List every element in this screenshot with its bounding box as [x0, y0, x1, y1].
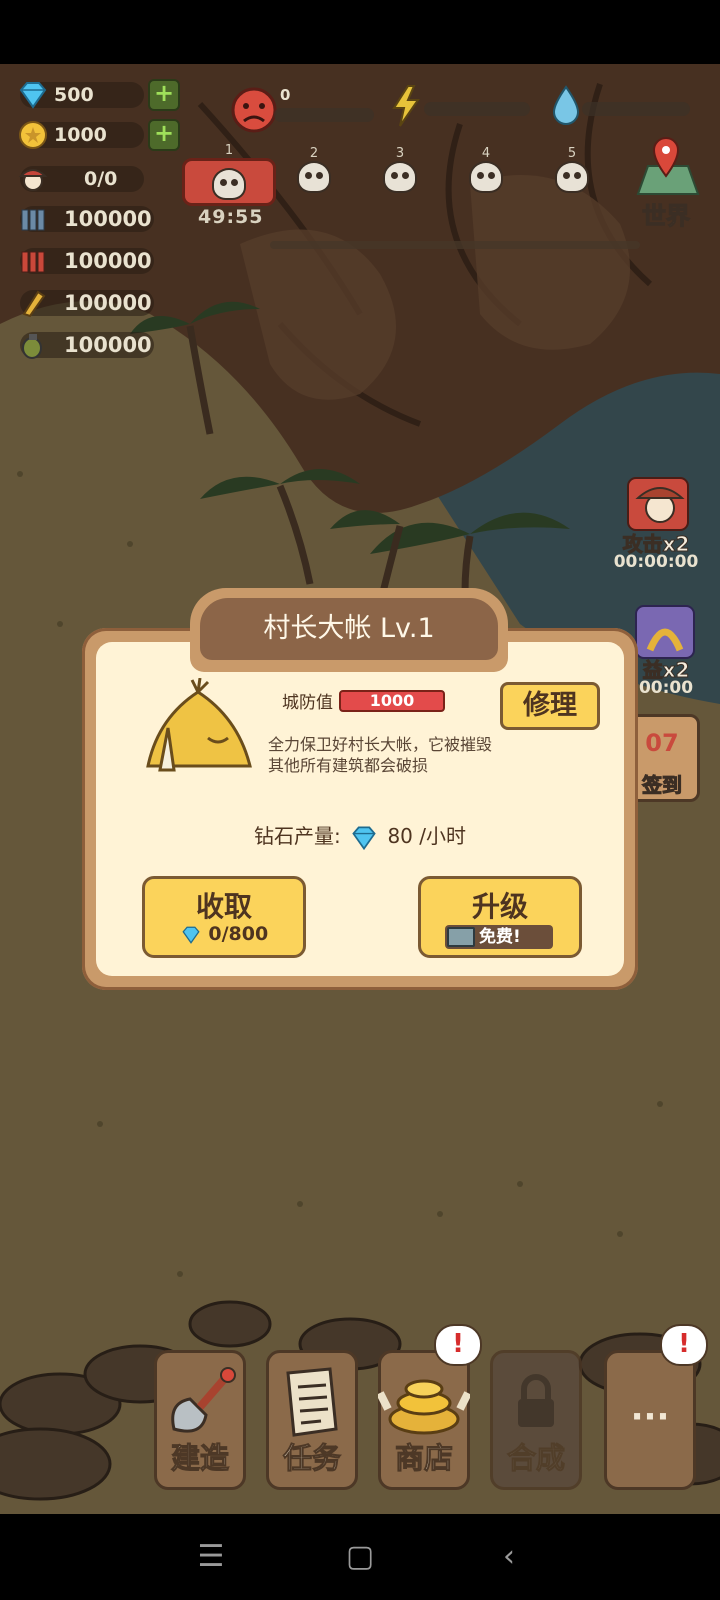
diamond-icon [182, 926, 200, 944]
energy-meter [424, 102, 530, 116]
dialog-title-tab: 村长大帐 Lv.1 [190, 588, 508, 672]
defense-value: 1000 [369, 691, 415, 710]
building-info-dialog: 城防值 1000 修理 全力保卫好村长大帐，它被摧毁其他所有建筑都会破损 钻石产… [82, 628, 638, 990]
build-button[interactable]: 建造 [154, 1350, 246, 1490]
repair-button[interactable]: 修理 [500, 682, 600, 730]
skull-icon [212, 168, 246, 200]
wave-2-label: 2 [309, 146, 319, 161]
water-drop-icon [552, 85, 580, 125]
repair-label: 修理 [523, 690, 577, 721]
coin-icon [19, 121, 47, 149]
collect-button[interactable]: 收取 0/800 [142, 876, 306, 958]
shop-button[interactable]: 商店 [378, 1350, 470, 1490]
defense-label: 城防值 [282, 693, 333, 713]
shop-alert-badge: ! [434, 1324, 482, 1366]
build-label: 建造 [170, 1441, 229, 1476]
tent-icon [146, 678, 252, 772]
system-navigation-bar: ☰ ▢ ‹ [0, 1514, 720, 1600]
collect-amount: 0/800 [208, 923, 269, 945]
wave-5-label: 5 [567, 146, 577, 161]
production-row: 钻石产量: 80 /小时 [96, 820, 624, 853]
ammo-row-1: 100000 [20, 204, 154, 234]
add-diamonds-button[interactable]: + [148, 79, 180, 111]
world-label: 世界 [642, 202, 691, 231]
wave-3-node[interactable]: 3 [382, 146, 418, 193]
ammo-list: 100000 100000 100000 100000 [20, 204, 154, 360]
skull-icon [383, 161, 417, 193]
status-bar [0, 0, 720, 64]
villager-icon [18, 169, 48, 191]
wave-3-label: 3 [395, 146, 405, 161]
wave-1-node[interactable]: 1 [182, 143, 276, 206]
wave-4-label: 4 [481, 146, 491, 161]
grenade-icon [22, 334, 42, 359]
shop-label: 商店 [394, 1441, 453, 1476]
coin-counter: 1000 + [19, 119, 180, 151]
menu-icon[interactable]: ☰ [188, 1534, 234, 1580]
diamond-counter: 500 + [19, 79, 180, 111]
collect-label: 收取 [195, 890, 252, 923]
skull-icon [469, 161, 503, 193]
dialog-panel: 城防值 1000 修理 全力保卫好村长大帐，它被摧毁其他所有建筑都会破损 钻石产… [96, 642, 624, 976]
ammo-row-4: 100000 [20, 330, 154, 360]
production-value: 80 [387, 824, 413, 848]
production-unit: /小时 [419, 824, 467, 848]
collect-amount-row: 0/800 [145, 923, 303, 946]
cowboy-icon [627, 477, 689, 531]
more-dots-icon: ··· [630, 1397, 670, 1437]
wave-progress-track [270, 241, 640, 249]
wave-5-node[interactable]: 5 [554, 146, 590, 193]
ammo-row-3: 100000 [20, 288, 154, 318]
lightning-icon [392, 85, 420, 127]
diamond-icon [19, 82, 47, 109]
angry-face-icon [231, 87, 277, 133]
shells-icon [21, 251, 45, 273]
game-view[interactable]: 500 + 1000 + 0/0 100000 100000 100000 10… [0, 64, 720, 1514]
upgrade-cost: 免费! [479, 927, 521, 947]
upgrade-label: 升级 [471, 890, 528, 923]
attack-boost-timer: 00:00:00 [613, 552, 699, 572]
merge-button[interactable]: 合成 [490, 1350, 582, 1490]
mood-value: 0 [280, 86, 291, 104]
population-counter: 0/0 [18, 164, 144, 194]
wave-4-node[interactable]: 4 [468, 146, 504, 193]
home-icon[interactable]: ▢ [337, 1534, 383, 1580]
back-icon[interactable]: ‹ [486, 1534, 532, 1580]
merge-label: 合成 [506, 1441, 565, 1476]
tasks-label: 任务 [282, 1441, 341, 1476]
ammo-row-2: 100000 [20, 246, 154, 276]
rocket-icon [22, 290, 46, 318]
wave-1-label: 1 [224, 143, 234, 158]
production-label: 钻石产量: [253, 824, 341, 848]
more-button[interactable]: ··· [604, 1350, 696, 1490]
dialog-title: 村长大帐 Lv.1 [200, 598, 498, 660]
ticket-icon [447, 927, 475, 947]
diamond-icon [352, 826, 376, 850]
add-coins-button[interactable]: + [148, 119, 180, 151]
upgrade-cost-tag: 免费! [445, 925, 553, 949]
mood-meter [274, 108, 374, 122]
map-pin-icon [636, 136, 700, 195]
wave-2-node[interactable]: 2 [296, 146, 332, 193]
skull-icon [297, 161, 331, 193]
attack-boost-button[interactable]: 攻击x2 00:00:00 [604, 474, 708, 572]
building-description: 全力保卫好村长大帐，它被摧毁其他所有建筑都会破损 [268, 735, 493, 775]
upgrade-button[interactable]: 升级 免费! [418, 876, 582, 958]
defense-bar: 1000 [339, 690, 445, 712]
world-map-button[interactable]: 世界 [628, 136, 704, 231]
wave-timer: 49:55 [198, 206, 264, 228]
skull-icon [555, 161, 589, 193]
more-alert-badge: ! [660, 1324, 708, 1366]
water-meter [582, 102, 690, 116]
bullets-icon [21, 209, 45, 231]
tasks-button[interactable]: 任务 [266, 1350, 358, 1490]
